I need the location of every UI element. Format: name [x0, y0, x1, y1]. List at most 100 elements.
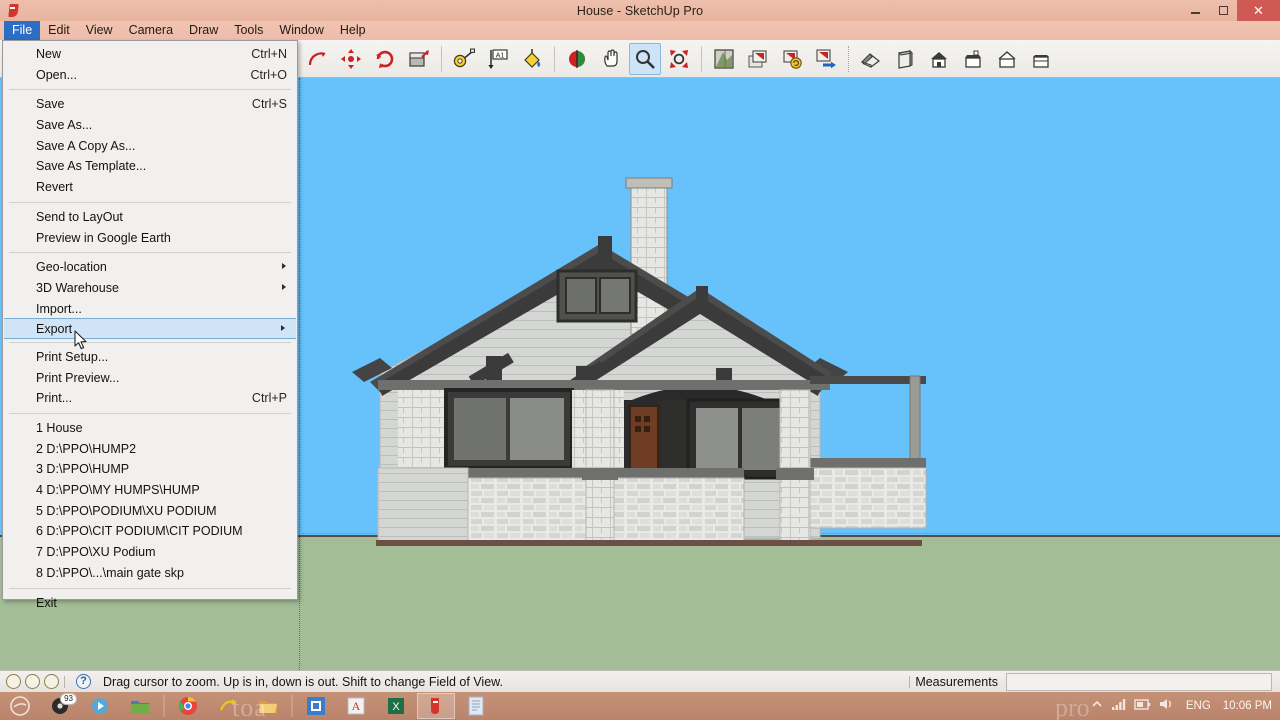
section-plane-tool-button[interactable]	[561, 43, 593, 75]
menu-item-label: New	[36, 47, 62, 61]
file-menu-dropdown[interactable]: New Ctrl+N Open... Ctrl+O Save Ctrl+S Sa…	[2, 40, 298, 610]
dimension-tool-button[interactable]: A1	[482, 43, 514, 75]
refresh-person-icon[interactable]	[44, 674, 59, 689]
menu-item-exit[interactable]: Exit	[3, 593, 297, 614]
menu-item-revert[interactable]: Revert	[3, 177, 297, 198]
recent-file-6[interactable]: 6 D:\PPO\CIT PODIUM\CIT PODIUM	[3, 521, 297, 542]
windows-taskbar: 93 A X ENG 10:06 PM	[0, 692, 1280, 720]
svg-text:X: X	[392, 701, 400, 713]
top-view-button[interactable]	[889, 43, 921, 75]
help-icon[interactable]: ?	[76, 674, 91, 689]
menu-item-send-to-layout[interactable]: Send to LayOut	[3, 207, 297, 228]
taskbar-player-icon[interactable]	[81, 693, 119, 719]
menu-item-label: Geo-location	[36, 260, 107, 275]
move-tool-button[interactable]	[335, 43, 367, 75]
status-hint: Drag cursor to zoom. Up is in, down is o…	[103, 674, 503, 689]
tape-measure-tool-button[interactable]	[448, 43, 480, 75]
menu-item-new[interactable]: New Ctrl+N	[3, 44, 297, 65]
volume-icon[interactable]	[1158, 697, 1174, 716]
menu-item-preview-in-google-earth[interactable]: Preview in Google Earth	[3, 228, 297, 249]
menu-item-label: 5 D:\PPO\PODIUM\XU PODIUM	[36, 503, 217, 518]
menu-camera[interactable]: Camera	[121, 21, 181, 40]
taskbar-notepad-icon[interactable]	[457, 693, 495, 719]
toolbar-separator	[554, 45, 555, 72]
tray-clock[interactable]: 10:06 PM	[1223, 700, 1272, 712]
left-view-button[interactable]	[1025, 43, 1057, 75]
add-scene-tool-button[interactable]	[742, 43, 774, 75]
menu-item-label: 3 D:\PPO\HUMP	[36, 462, 130, 477]
menu-separator	[9, 89, 291, 91]
taskbar-explorer-icon[interactable]	[249, 693, 287, 719]
taskbar-media-icon[interactable]: 93	[41, 693, 79, 719]
pan-tool-button[interactable]	[595, 43, 627, 75]
menu-item-save-a-copy-as[interactable]: Save A Copy As...	[3, 136, 297, 157]
menu-item-print[interactable]: Print... Ctrl+P	[3, 388, 297, 409]
menu-item-save[interactable]: Save Ctrl+S	[3, 94, 297, 115]
signal-icon[interactable]	[1111, 697, 1127, 716]
arc-tool-button[interactable]	[301, 43, 333, 75]
chevron-up-icon[interactable]	[1091, 697, 1103, 715]
paint-bucket-tool-button[interactable]	[516, 43, 548, 75]
recent-file-3[interactable]: 3 D:\PPO\HUMP	[3, 459, 297, 480]
position-camera-tool-button[interactable]	[708, 43, 740, 75]
menu-item-open[interactable]: Open... Ctrl+O	[3, 65, 297, 86]
rotate-tool-button[interactable]	[369, 43, 401, 75]
tray-language[interactable]: ENG	[1186, 700, 1211, 712]
recent-file-5[interactable]: 5 D:\PPO\PODIUM\XU PODIUM	[3, 501, 297, 522]
menu-item-geo-location[interactable]: Geo-location	[3, 257, 297, 278]
right-view-button[interactable]	[957, 43, 989, 75]
menu-item-print-preview[interactable]: Print Preview...	[3, 368, 297, 389]
taskbar-folder-icon[interactable]	[121, 693, 159, 719]
menu-item-label: Import...	[36, 301, 82, 316]
front-view-button[interactable]	[923, 43, 955, 75]
person-pin-icon[interactable]	[25, 674, 40, 689]
menu-help[interactable]: Help	[332, 21, 374, 40]
menu-item-import[interactable]: Import...	[3, 299, 297, 320]
battery-icon[interactable]	[1134, 697, 1151, 716]
recent-file-7[interactable]: 7 D:\PPO\XU Podium	[3, 542, 297, 563]
recent-file-8[interactable]: 8 D:\PPO\...\main gate skp	[3, 563, 297, 584]
maximize-button[interactable]	[1209, 0, 1237, 21]
menu-edit[interactable]: Edit	[40, 21, 78, 40]
measurements-input[interactable]	[1006, 672, 1272, 691]
iso-view-button[interactable]	[855, 43, 887, 75]
window-title: House - SketchUp Pro	[576, 3, 704, 18]
menu-item-3d-warehouse[interactable]: 3D Warehouse	[3, 278, 297, 299]
recent-file-1[interactable]: 1 House	[3, 418, 297, 439]
menu-item-label: Send to LayOut	[36, 209, 123, 224]
taskbar-sketchup-make-icon[interactable]	[209, 693, 247, 719]
recent-file-2[interactable]: 2 D:\PPO\HUMP2	[3, 439, 297, 460]
taskbar-chrome-icon[interactable]	[169, 693, 207, 719]
menu-tools[interactable]: Tools	[226, 21, 271, 40]
taskbar-excel-icon[interactable]: X	[377, 693, 415, 719]
menu-draw[interactable]: Draw	[181, 21, 226, 40]
zoom-tool-button[interactable]	[629, 42, 661, 75]
update-scene-tool-button[interactable]	[776, 43, 808, 75]
menu-window[interactable]: Window	[271, 21, 331, 40]
minimize-button[interactable]	[1181, 0, 1209, 21]
menu-item-shortcut: Ctrl+O	[250, 67, 287, 82]
taskbar-layout-icon[interactable]	[297, 693, 335, 719]
menu-item-export[interactable]: Export	[4, 318, 296, 339]
zoom-extents-tool-button[interactable]	[663, 43, 695, 75]
maximize-icon	[1218, 6, 1228, 15]
taskbar-word-icon[interactable]: A	[337, 693, 375, 719]
back-view-button[interactable]	[991, 43, 1023, 75]
menu-separator	[9, 201, 291, 203]
menu-item-save-as[interactable]: Save As...	[3, 115, 297, 136]
taskbar-start-icon[interactable]	[1, 693, 39, 719]
menu-view[interactable]: View	[78, 21, 121, 40]
menu-separator	[9, 341, 291, 343]
push-pull-tool-button[interactable]	[403, 43, 435, 75]
export-scene-tool-button[interactable]	[810, 43, 842, 75]
person-icon[interactable]	[6, 674, 21, 689]
close-button[interactable]: ✕	[1237, 0, 1280, 21]
menu-file[interactable]: File	[4, 21, 41, 40]
recent-file-4[interactable]: 4 D:\PPO\MY HUMPS\HUMP	[3, 480, 297, 501]
menu-item-label: 8 D:\PPO\...\main gate skp	[36, 565, 184, 580]
menu-item-save-as-template[interactable]: Save As Template...	[3, 156, 297, 177]
taskbar-sketchup-pro-icon[interactable]	[417, 693, 455, 719]
menu-item-print-setup[interactable]: Print Setup...	[3, 347, 297, 368]
house-model	[352, 177, 927, 546]
minimize-icon	[1190, 12, 1200, 14]
